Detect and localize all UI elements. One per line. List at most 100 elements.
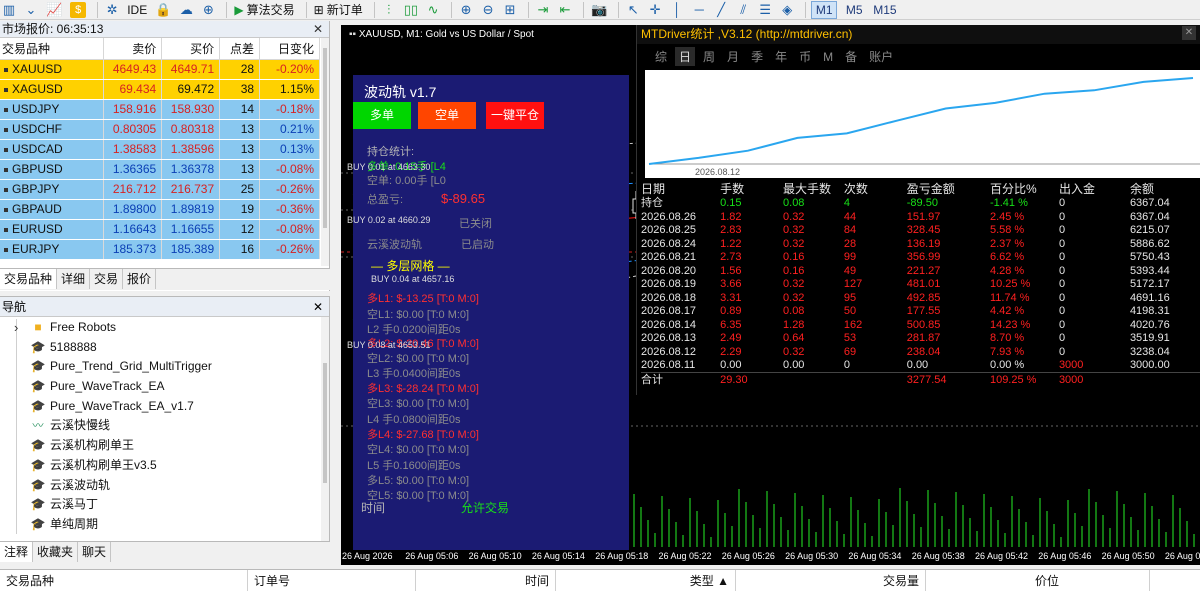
- timeframe-m1-button[interactable]: M1: [811, 0, 838, 19]
- market-row-xagusd[interactable]: XAGUSD 69.434 69.472 38 1.15%: [0, 79, 320, 100]
- mtdriver-tab[interactable]: 账户: [865, 47, 897, 66]
- market-row-gbpusd[interactable]: GBPUSD 1.36365 1.36378 13 -0.08%: [0, 159, 320, 180]
- fibonacci-icon[interactable]: ☰: [756, 1, 774, 19]
- navigator-item[interactable]: 🎓 Pure_WaveTrack_EA: [16, 377, 321, 397]
- candlestick-icon[interactable]: ▯▯: [402, 1, 420, 19]
- tab-symbols[interactable]: 交易品种: [0, 269, 58, 289]
- timeframe-m15-button[interactable]: M15: [871, 1, 898, 19]
- navigator-item[interactable]: 🎓 云溪机构刷单王v3.5: [16, 456, 321, 476]
- close-all-button[interactable]: 一键平仓: [486, 102, 544, 129]
- market-row-gbpaud[interactable]: GBPAUD 1.89800 1.89819 19 -0.36%: [0, 199, 320, 220]
- line-icon[interactable]: ∿: [424, 1, 442, 19]
- trendline-icon[interactable]: ╱: [712, 1, 730, 19]
- ea-status-line: 持仓统计:: [367, 146, 415, 158]
- market-row-usdcad[interactable]: USDCAD 1.38583 1.38596 13 0.13%: [0, 139, 320, 160]
- navigator-item[interactable]: 〰云溪快慢线: [16, 416, 321, 436]
- navigator-item[interactable]: › ■ Free Robots: [14, 318, 321, 338]
- mtdriver-tab[interactable]: 季: [747, 47, 767, 66]
- navigator-item[interactable]: 🎓 5188888: [16, 338, 321, 358]
- market-row-usdchf[interactable]: USDCHF 0.80305 0.80318 13 0.21%: [0, 119, 320, 140]
- navigator-item[interactable]: 🎓 云溪机构刷单王: [16, 436, 321, 456]
- horizontal-line-icon[interactable]: ─: [690, 1, 708, 19]
- close-icon[interactable]: ✕: [313, 22, 323, 36]
- channel-icon[interactable]: ⫽: [734, 1, 752, 19]
- market-row-eurusd[interactable]: EURUSD 1.16643 1.16655 12 -0.08%: [0, 219, 320, 240]
- mtdriver-tab[interactable]: M: [819, 49, 837, 65]
- tab-notes[interactable]: 注释: [0, 542, 34, 562]
- column-header-symbol[interactable]: 交易品种: [0, 570, 248, 591]
- holding-count: 4: [843, 197, 850, 210]
- zoom-in-icon[interactable]: ⊕: [457, 1, 475, 19]
- scrollbar-thumb[interactable]: [323, 363, 327, 483]
- change-cell-text: 0.13%: [279, 142, 314, 156]
- globe-add-icon[interactable]: ⊕: [199, 1, 217, 19]
- tile-windows-icon[interactable]: ⊞: [501, 1, 519, 19]
- expand-icon[interactable]: ›: [14, 318, 18, 338]
- cloud-icon[interactable]: ☁: [177, 1, 195, 19]
- market-row-eurjpy[interactable]: EURJPY 185.373 185.389 16 -0.26%: [0, 239, 320, 260]
- vertical-line-icon[interactable]: │: [668, 1, 686, 19]
- market-row-gbpjpy[interactable]: GBPJPY 216.712 216.737 25 -0.26%: [0, 179, 320, 200]
- crosshair-icon[interactable]: ✛: [646, 1, 664, 19]
- zoom-out-icon[interactable]: ⊖: [479, 1, 497, 19]
- column-header-bid[interactable]: 卖价: [103, 38, 163, 60]
- tab-chat[interactable]: 聊天: [78, 542, 112, 562]
- symbol-cell-text: USDJPY: [12, 102, 60, 116]
- column-header-type[interactable]: 类型 ▲: [556, 570, 736, 591]
- sell-button[interactable]: 空单: [418, 102, 476, 129]
- column-header-volume[interactable]: 交易量: [736, 570, 926, 591]
- sparkle-icon[interactable]: ✲: [103, 1, 121, 19]
- change-cell-text: -0.20%: [275, 62, 314, 76]
- algo-trading-button[interactable]: ▶ 算法交易: [232, 1, 296, 19]
- mtdriver-tab[interactable]: 日: [675, 47, 696, 66]
- column-header-ticket[interactable]: 订单号: [248, 570, 416, 591]
- screenshot-icon[interactable]: 📷: [589, 1, 609, 19]
- close-icon[interactable]: ✕: [1182, 26, 1196, 40]
- mtdriver-tab[interactable]: 币: [795, 47, 815, 66]
- mtdriver-tab[interactable]: 备: [841, 47, 861, 66]
- cursor-icon[interactable]: ↖: [624, 1, 642, 19]
- timeframe-m5-button[interactable]: M5: [841, 1, 867, 19]
- lock-icon[interactable]: 🔒: [153, 1, 173, 19]
- close-icon[interactable]: ✕: [313, 300, 323, 314]
- ide-button[interactable]: IDE: [125, 1, 149, 19]
- new-order-button[interactable]: ⊞ 新订单: [312, 1, 365, 19]
- column-header-price[interactable]: 价位: [926, 570, 1150, 591]
- tab-details[interactable]: 详细: [57, 269, 91, 289]
- scrollbar-thumb[interactable]: [323, 48, 327, 228]
- column-header-spread[interactable]: 点差: [219, 38, 261, 60]
- column-header-time[interactable]: 时间: [416, 570, 556, 591]
- market-row-xauusd[interactable]: XAUUSD 4649.43 4649.71 28 -0.20%: [0, 59, 320, 80]
- scrollbar[interactable]: [321, 38, 329, 266]
- buy-button[interactable]: 多单: [353, 102, 411, 129]
- column-header-ask[interactable]: 买价: [161, 38, 221, 60]
- table-row: 2026.08.17 0.89 0.08 50 177.55 4.42 % 0 4198.31: [641, 305, 1200, 319]
- chart-bars-icon[interactable]: ▥: [0, 1, 18, 19]
- column-header-symbol[interactable]: 交易品种: [0, 38, 105, 60]
- navigator-item[interactable]: 🎓 Pure_WaveTrack_EA_v1.7: [16, 397, 321, 417]
- chart-type-dropdown-icon[interactable]: ⌄: [22, 1, 40, 19]
- table-cell: 28: [843, 237, 857, 250]
- shapes-icon[interactable]: ◈: [778, 1, 796, 19]
- tab-trading[interactable]: 交易: [90, 269, 124, 289]
- dollar-icon[interactable]: $: [68, 1, 88, 19]
- tab-favorites[interactable]: 收藏夹: [33, 542, 79, 562]
- mtdriver-tab[interactable]: 月: [723, 47, 743, 66]
- scrollbar[interactable]: [321, 317, 329, 541]
- navigator-item[interactable]: 🎓 单纯周期: [16, 515, 321, 535]
- tab-ticks[interactable]: 报价: [123, 269, 157, 289]
- bar-chart-icon[interactable]: ⫶: [380, 1, 398, 19]
- table-cell: 2026.08.17: [641, 305, 697, 318]
- mtdriver-tab[interactable]: 周: [699, 47, 719, 66]
- navigator-item[interactable]: 🎓 Pure_Trend_Grid_MultiTrigger: [16, 357, 321, 377]
- table-cell: 0: [1058, 345, 1066, 358]
- autoscroll-icon[interactable]: ⇥: [534, 1, 552, 19]
- navigator-item[interactable]: 🎓 云溪波动轨: [16, 476, 321, 496]
- line-chart-icon[interactable]: 📈: [44, 1, 64, 19]
- mtdriver-tab[interactable]: 综: [651, 47, 671, 66]
- chart-shift-icon[interactable]: ⇤: [556, 1, 574, 19]
- market-row-usdjpy[interactable]: USDJPY 158.916 158.930 14 -0.18%: [0, 99, 320, 120]
- column-header-change[interactable]: 日变化: [259, 38, 320, 60]
- mtdriver-tab[interactable]: 年: [771, 47, 791, 66]
- navigator-item[interactable]: 🎓 云溪马丁: [16, 495, 321, 515]
